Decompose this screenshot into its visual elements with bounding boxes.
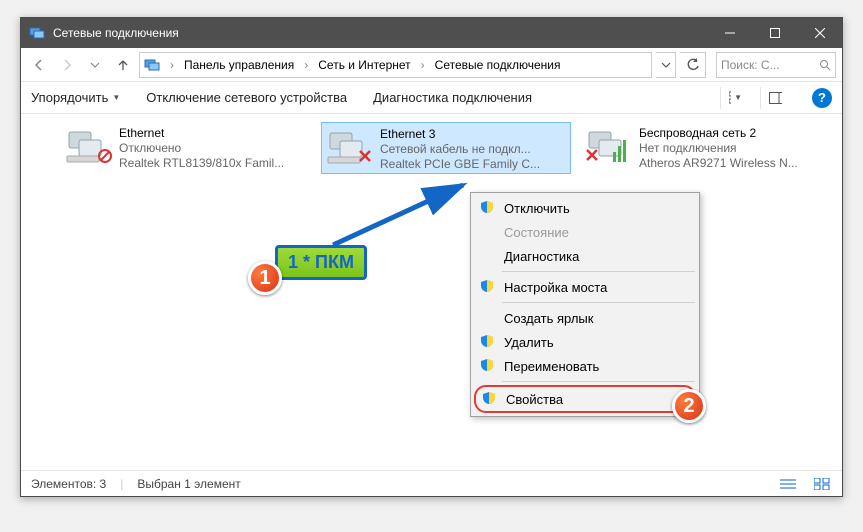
menu-properties[interactable]: Свойства xyxy=(474,385,696,413)
adapter-item-wireless[interactable]: Беспроводная сеть 2 Нет подключения Athe… xyxy=(581,122,831,174)
breadcrumb-item[interactable]: Сетевые подключения xyxy=(431,56,565,74)
breadcrumb[interactable]: › Панель управления › Сеть и Интернет › … xyxy=(139,52,652,78)
shield-icon xyxy=(480,334,494,348)
chevron-right-icon: › xyxy=(417,58,429,72)
menu-disable[interactable]: Отключить xyxy=(474,196,696,220)
menu-status: Состояние xyxy=(474,220,696,244)
diagnose-button[interactable]: Диагностика подключения xyxy=(373,90,532,105)
adapter-name: Беспроводная сеть 2 xyxy=(639,126,798,141)
close-button[interactable] xyxy=(797,18,842,48)
adapter-device: Realtek RTL8139/810x Famil... xyxy=(119,156,284,171)
adapter-name: Ethernet 3 xyxy=(380,127,540,142)
menu-bridge[interactable]: Настройка моста xyxy=(474,275,696,299)
content-area: Ethernet Отключено Realtek RTL8139/810x … xyxy=(21,114,842,470)
breadcrumb-dropdown[interactable] xyxy=(656,52,676,78)
preview-pane-button[interactable] xyxy=(760,87,782,109)
network-connections-icon xyxy=(144,57,160,73)
nav-forward-button[interactable] xyxy=(55,53,79,77)
nav-recent-button[interactable] xyxy=(83,53,107,77)
menu-diagnose[interactable]: Диагностика xyxy=(474,244,696,268)
search-input[interactable]: Поиск: С... xyxy=(716,52,836,78)
details-view-button[interactable] xyxy=(778,476,798,492)
network-adapter-icon xyxy=(326,127,374,167)
menu-rename[interactable]: Переименовать xyxy=(474,354,696,378)
adapter-status: Нет подключения xyxy=(639,141,798,156)
search-placeholder: Поиск: С... xyxy=(721,58,780,72)
adapter-name: Ethernet xyxy=(119,126,284,141)
adapter-device: Atheros AR9271 Wireless N... xyxy=(639,156,798,171)
shield-icon xyxy=(480,279,494,293)
view-options-button[interactable]: ▼ xyxy=(720,87,742,109)
shield-icon xyxy=(480,200,494,214)
adapter-status: Сетевой кабель не подкл... xyxy=(380,142,540,157)
annotation-rmb-label: 1 * ПКМ xyxy=(275,245,367,280)
selection-count: Выбран 1 элемент xyxy=(137,477,240,491)
wireless-adapter-icon xyxy=(585,126,633,166)
menu-delete[interactable]: Удалить xyxy=(474,330,696,354)
shield-icon xyxy=(482,391,496,405)
minimize-button[interactable] xyxy=(707,18,752,48)
annotation-badge-2: 2 xyxy=(672,389,706,423)
menu-shortcut[interactable]: Создать ярлык xyxy=(474,306,696,330)
organize-menu[interactable]: Упорядочить▼ xyxy=(31,90,120,105)
window: Сетевые подключения › Панель управления … xyxy=(20,17,843,497)
network-adapter-icon xyxy=(65,126,113,166)
shield-icon xyxy=(480,358,494,372)
address-bar-row: › Панель управления › Сеть и Интернет › … xyxy=(21,48,842,82)
chevron-down-icon: ▼ xyxy=(734,93,742,102)
network-connections-icon xyxy=(29,25,45,41)
annotation-badge-1: 1 xyxy=(248,261,282,295)
refresh-button[interactable] xyxy=(680,52,706,78)
breadcrumb-item[interactable]: Сеть и Интернет xyxy=(314,56,414,74)
toolbar: Упорядочить▼ Отключение сетевого устройс… xyxy=(21,82,842,114)
tiles-view-button[interactable] xyxy=(812,476,832,492)
adapter-item-ethernet[interactable]: Ethernet Отключено Realtek RTL8139/810x … xyxy=(61,122,311,174)
maximize-button[interactable] xyxy=(752,18,797,48)
item-count: Элементов: 3 xyxy=(31,477,106,491)
adapter-item-ethernet3[interactable]: Ethernet 3 Сетевой кабель не подкл... Re… xyxy=(321,122,571,174)
search-icon xyxy=(819,59,831,71)
adapter-status: Отключено xyxy=(119,141,284,156)
nav-up-button[interactable] xyxy=(111,53,135,77)
status-bar: Элементов: 3 | Выбран 1 элемент xyxy=(21,470,842,496)
breadcrumb-item[interactable]: Панель управления xyxy=(180,56,298,74)
adapter-device: Realtek PCIe GBE Family C... xyxy=(380,157,540,172)
chevron-right-icon: › xyxy=(300,58,312,72)
chevron-down-icon: ▼ xyxy=(112,93,120,102)
window-title: Сетевые подключения xyxy=(53,26,707,40)
titlebar: Сетевые подключения xyxy=(21,18,842,48)
help-button[interactable]: ? xyxy=(812,88,832,108)
context-menu: Отключить Состояние Диагностика Настройк… xyxy=(470,192,700,417)
nav-back-button[interactable] xyxy=(27,53,51,77)
disable-device-button[interactable]: Отключение сетевого устройства xyxy=(146,90,347,105)
chevron-right-icon: › xyxy=(166,58,178,72)
